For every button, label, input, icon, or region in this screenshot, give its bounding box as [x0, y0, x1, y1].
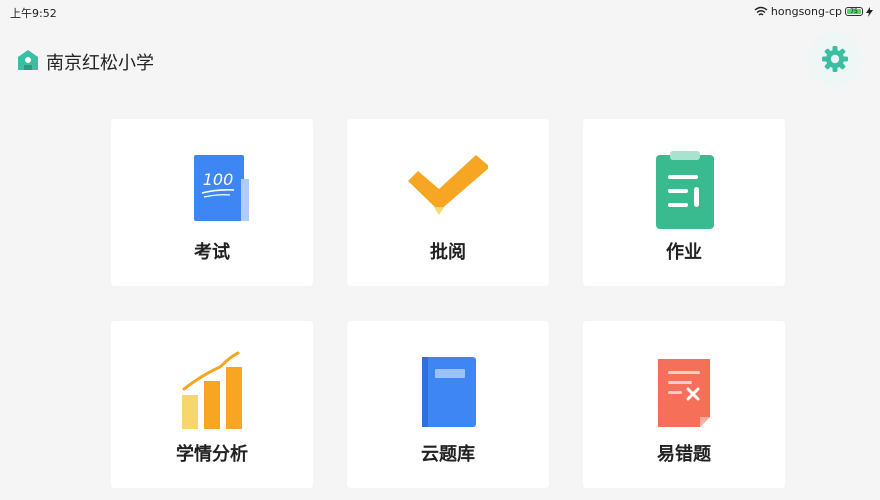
gear-icon	[822, 46, 848, 72]
grading-label: 批阅	[430, 242, 466, 263]
exam-card[interactable]: 100 考试	[111, 119, 313, 286]
homework-card[interactable]: 作业	[583, 119, 785, 286]
wifi-icon	[754, 6, 768, 16]
school-name: 南京红松小学	[46, 53, 154, 74]
status-bar: 上午9:52 hongsong-cp 75	[0, 0, 880, 24]
error-sheet-icon	[658, 359, 710, 427]
homework-label: 作业	[666, 242, 702, 263]
settings-button[interactable]	[808, 32, 862, 86]
grading-card[interactable]: 批阅	[347, 119, 549, 286]
charging-icon	[866, 6, 873, 17]
analysis-card[interactable]: 学情分析	[111, 321, 313, 488]
exam-label: 考试	[194, 242, 230, 263]
clipboard-icon	[656, 151, 714, 229]
exam-100-icon: 100	[194, 155, 249, 221]
status-indicators: hongsong-cp 75	[754, 5, 873, 18]
question-bank-card[interactable]: 云题库	[347, 321, 549, 488]
book-icon	[422, 357, 476, 427]
battery-icon: 75	[845, 7, 863, 16]
app-header: 南京红松小学	[0, 32, 880, 86]
mistakes-label: 易错题	[657, 444, 711, 465]
network-name: hongsong-cp	[770, 5, 842, 18]
checkmark-icon	[408, 155, 488, 215]
status-time: 上午9:52	[10, 7, 57, 20]
school-house-icon	[18, 50, 38, 70]
bar-chart-icon	[182, 351, 242, 429]
question-bank-label: 云题库	[421, 444, 475, 465]
exam-icon-text: 100	[203, 170, 234, 189]
battery-level: 75	[847, 9, 861, 15]
analysis-label: 学情分析	[176, 444, 248, 465]
mistakes-card[interactable]: 易错题	[583, 321, 785, 488]
